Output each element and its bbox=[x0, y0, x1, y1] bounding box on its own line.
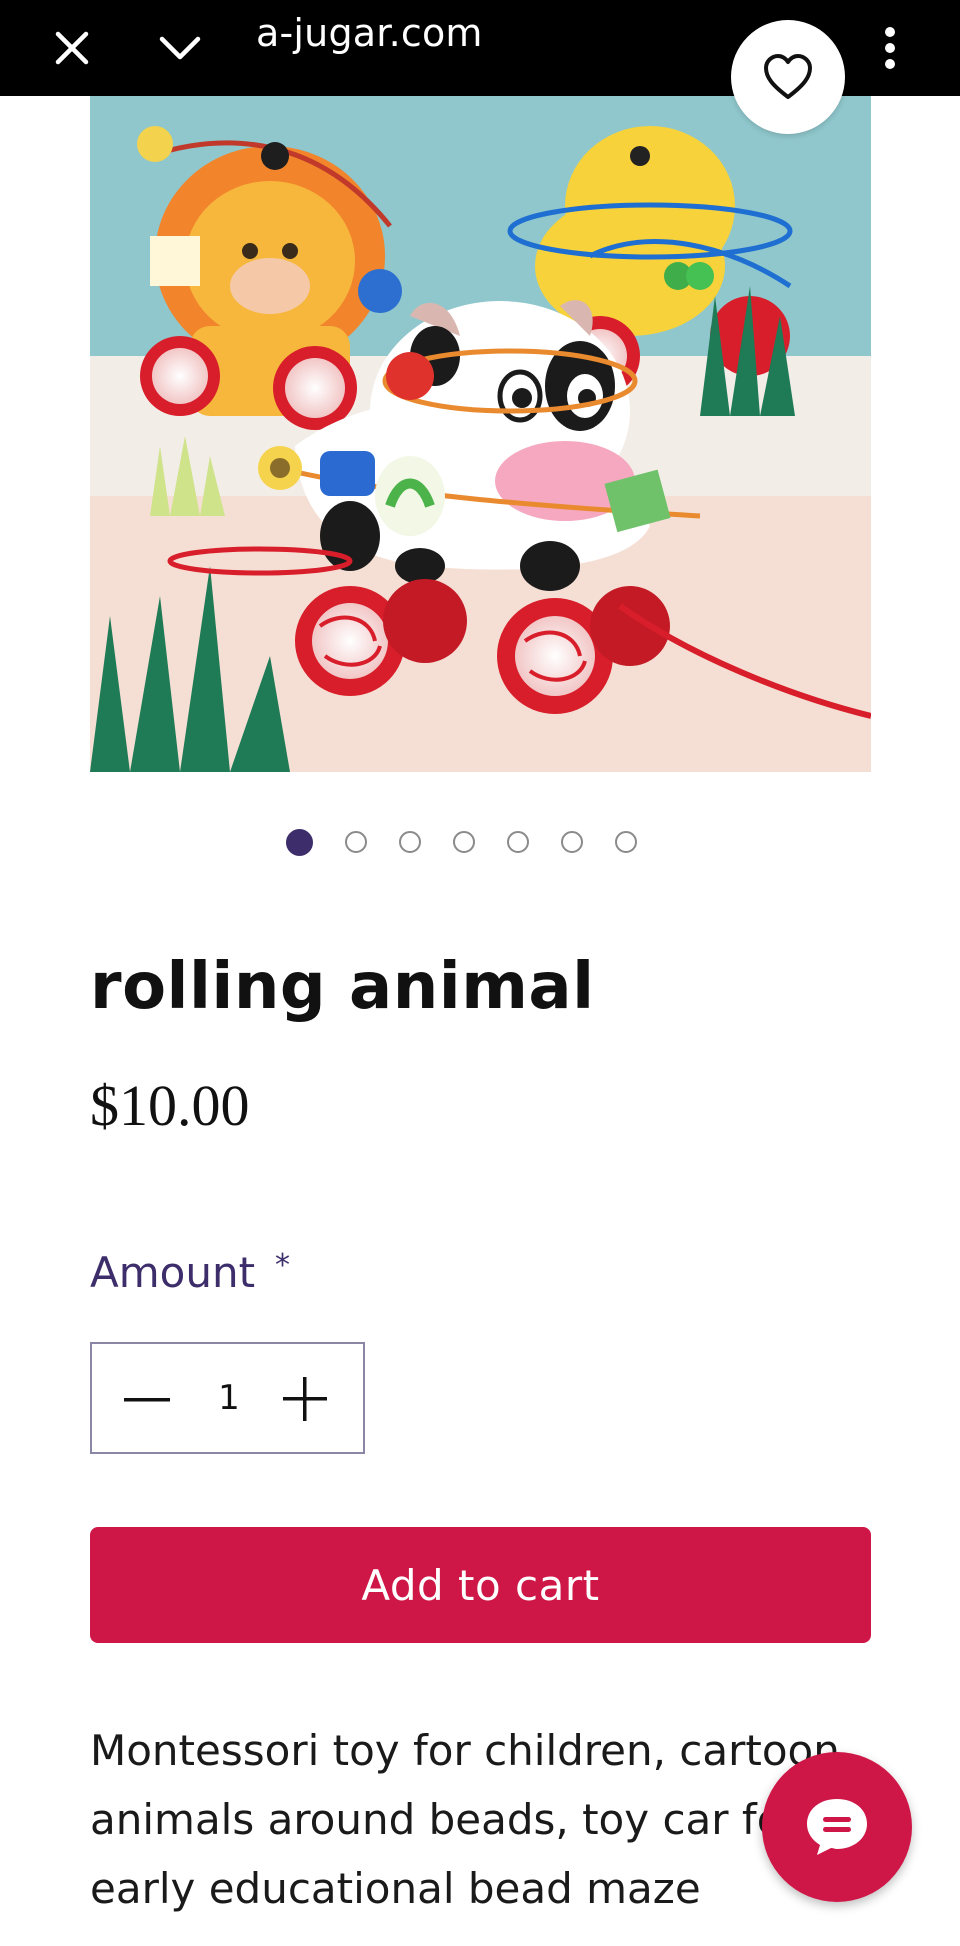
product-title: rolling animal bbox=[90, 950, 595, 1024]
product-price: $10.00 bbox=[90, 1073, 250, 1138]
amount-label-text: Amount bbox=[90, 1248, 256, 1297]
product-page: a-jugar.com rolling animal $10.00 Amount… bbox=[0, 0, 960, 1946]
plus-icon bbox=[283, 1377, 327, 1421]
image-carousel-dots bbox=[286, 829, 637, 859]
close-icon[interactable] bbox=[48, 0, 96, 96]
decrease-quantity-button[interactable] bbox=[122, 1382, 172, 1418]
more-vertical-icon[interactable] bbox=[878, 0, 902, 96]
quantity-stepper: 1 bbox=[90, 1342, 365, 1454]
carousel-dot[interactable] bbox=[286, 829, 313, 856]
chat-icon bbox=[807, 1799, 867, 1855]
quantity-input[interactable]: 1 bbox=[204, 1344, 254, 1452]
carousel-dot[interactable] bbox=[345, 831, 367, 853]
increase-quantity-button[interactable] bbox=[282, 1376, 328, 1422]
address-bar-url[interactable]: a-jugar.com bbox=[256, 0, 483, 66]
chat-button[interactable] bbox=[762, 1752, 912, 1902]
minus-icon bbox=[124, 1398, 170, 1402]
favorite-button[interactable] bbox=[731, 20, 845, 134]
carousel-dot[interactable] bbox=[615, 831, 637, 853]
carousel-dot[interactable] bbox=[399, 831, 421, 853]
heart-icon bbox=[764, 54, 812, 99]
carousel-dot[interactable] bbox=[453, 831, 475, 853]
amount-label: Amount * bbox=[90, 1248, 290, 1297]
add-to-cart-button[interactable]: Add to cart bbox=[90, 1527, 871, 1643]
required-marker: * bbox=[275, 1248, 291, 1283]
chevron-down-icon[interactable] bbox=[155, 0, 205, 96]
carousel-dot[interactable] bbox=[561, 831, 583, 853]
product-image[interactable] bbox=[90, 96, 871, 772]
carousel-dot[interactable] bbox=[507, 831, 529, 853]
